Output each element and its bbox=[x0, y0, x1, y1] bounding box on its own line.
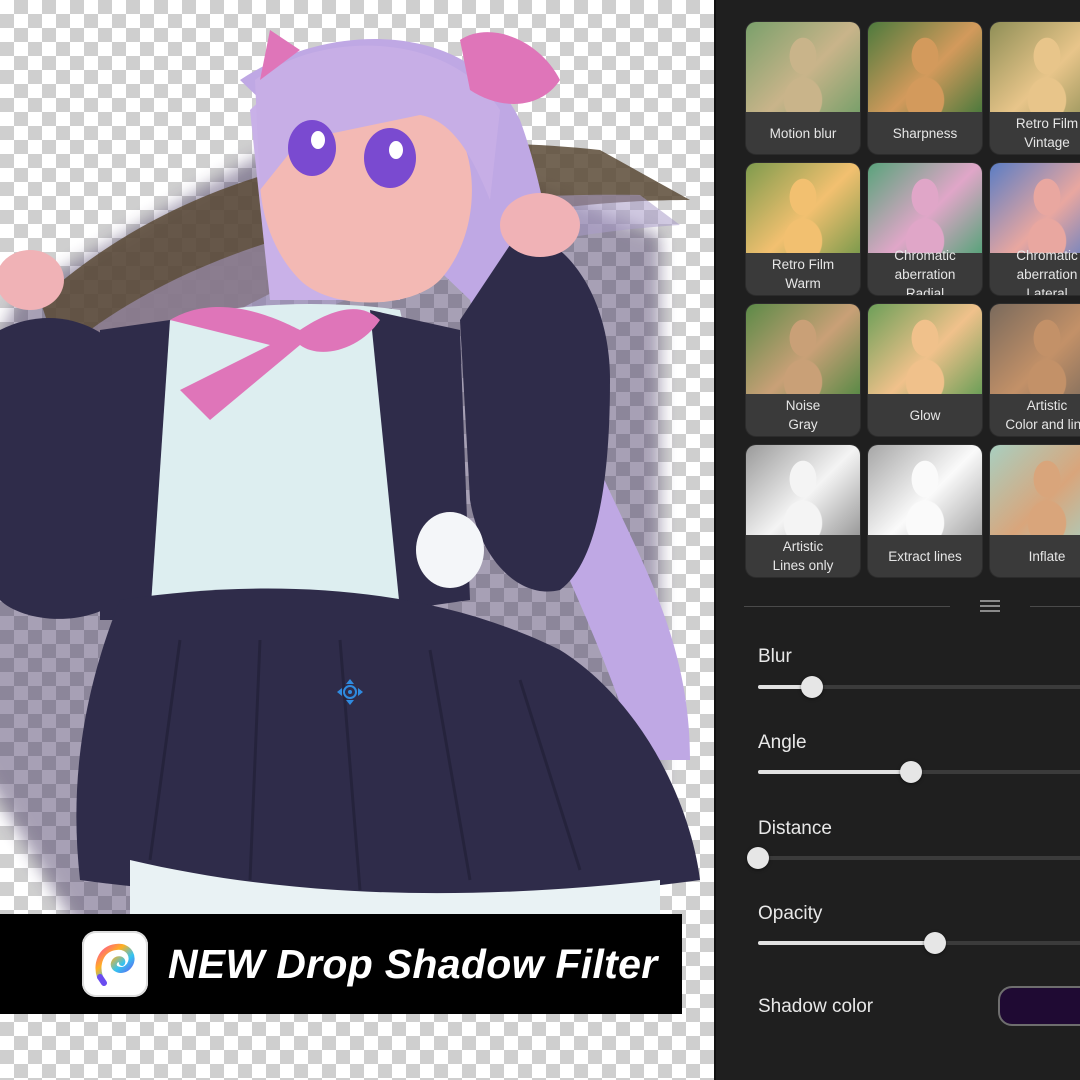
filter-label: Glow bbox=[909, 407, 941, 423]
distance-slider-thumb[interactable] bbox=[747, 847, 769, 869]
blur-label: Blur bbox=[758, 646, 792, 667]
filter-label: Retro Film Vintage bbox=[1015, 116, 1079, 150]
filter-label: Inflate bbox=[1028, 548, 1066, 564]
filter-label: Chromatic aberration Lateral bbox=[1016, 247, 1078, 296]
filter-tile-sharpness[interactable]: Sharpness bbox=[868, 22, 982, 154]
filter-label: Sharpness bbox=[892, 125, 958, 141]
pen-p-logo-icon bbox=[82, 931, 148, 997]
angle-slider-thumb[interactable] bbox=[900, 761, 922, 783]
drag-handle-icon[interactable] bbox=[978, 598, 1002, 614]
panel-divider bbox=[1030, 606, 1080, 607]
filter-label: Motion blur bbox=[769, 125, 837, 141]
filter-thumbnail bbox=[746, 22, 860, 112]
move-handle-icon[interactable] bbox=[336, 678, 364, 706]
angle-label: Angle bbox=[758, 732, 807, 753]
blur-slider-thumb[interactable] bbox=[801, 676, 824, 698]
shadow-color-label: Shadow color bbox=[758, 996, 874, 1017]
filter-tile-retro-film-vintage[interactable]: Retro Film Vintage bbox=[990, 22, 1080, 154]
promo-banner: NEW Drop Shadow Filter bbox=[0, 914, 682, 1014]
filter-thumbnail bbox=[868, 304, 982, 394]
filter-thumbnail bbox=[868, 163, 982, 253]
distance-label: Distance bbox=[758, 818, 832, 839]
filter-panel: Motion blur Sharpness Retro Film Vintage Re… bbox=[714, 0, 1080, 1080]
filter-thumbnail bbox=[746, 304, 860, 394]
angle-slider-fill bbox=[758, 770, 911, 774]
opacity-slider-thumb[interactable] bbox=[923, 932, 946, 954]
shadow-color-swatch[interactable] bbox=[998, 986, 1080, 1026]
filter-thumbnail bbox=[990, 304, 1080, 394]
filter-label: Artistic Lines only bbox=[772, 539, 834, 573]
filter-tile-glow[interactable]: Glow bbox=[868, 304, 982, 436]
filter-thumbnail bbox=[990, 445, 1080, 535]
filter-tile-retro-film-warm[interactable]: Retro Film Warm bbox=[746, 163, 860, 295]
filter-tile-artistic-lines-only[interactable]: Artistic Lines only bbox=[746, 445, 860, 577]
banner-title: NEW Drop Shadow Filter bbox=[168, 940, 658, 987]
opacity-label: Opacity bbox=[758, 903, 823, 924]
filter-label: Extract lines bbox=[888, 548, 962, 564]
filter-tile-chromatic-aberration-lateral[interactable]: Chromatic aberration Lateral bbox=[990, 163, 1080, 295]
opacity-slider-track[interactable] bbox=[758, 941, 1080, 945]
filter-label: Chromatic aberration Radial bbox=[894, 247, 956, 296]
filter-tile-noise-gray[interactable]: Noise Gray bbox=[746, 304, 860, 436]
filter-tile-chromatic-aberration-radial[interactable]: Chromatic aberration Radial bbox=[868, 163, 982, 295]
distance-slider-track[interactable] bbox=[758, 856, 1080, 860]
filter-thumbnail bbox=[868, 22, 982, 112]
filter-thumbnail bbox=[746, 163, 860, 253]
filter-label: Artistic Color and line bbox=[1005, 398, 1080, 432]
opacity-slider-fill bbox=[758, 941, 935, 945]
panel-divider bbox=[744, 606, 950, 607]
filter-thumbnail bbox=[868, 445, 982, 535]
filter-tile-extract-lines[interactable]: Extract lines bbox=[868, 445, 982, 577]
filter-label: Noise Gray bbox=[785, 398, 821, 432]
filter-thumbnail bbox=[746, 445, 860, 535]
filter-tile-inflate[interactable]: Inflate bbox=[990, 445, 1080, 577]
filter-label: Retro Film Warm bbox=[771, 257, 835, 291]
filter-thumbnail bbox=[990, 22, 1080, 112]
filter-tile-motion-blur[interactable]: Motion blur bbox=[746, 22, 860, 154]
filter-tile-artistic-color-and-line[interactable]: Artistic Color and line bbox=[990, 304, 1080, 436]
filter-thumbnail bbox=[990, 163, 1080, 253]
